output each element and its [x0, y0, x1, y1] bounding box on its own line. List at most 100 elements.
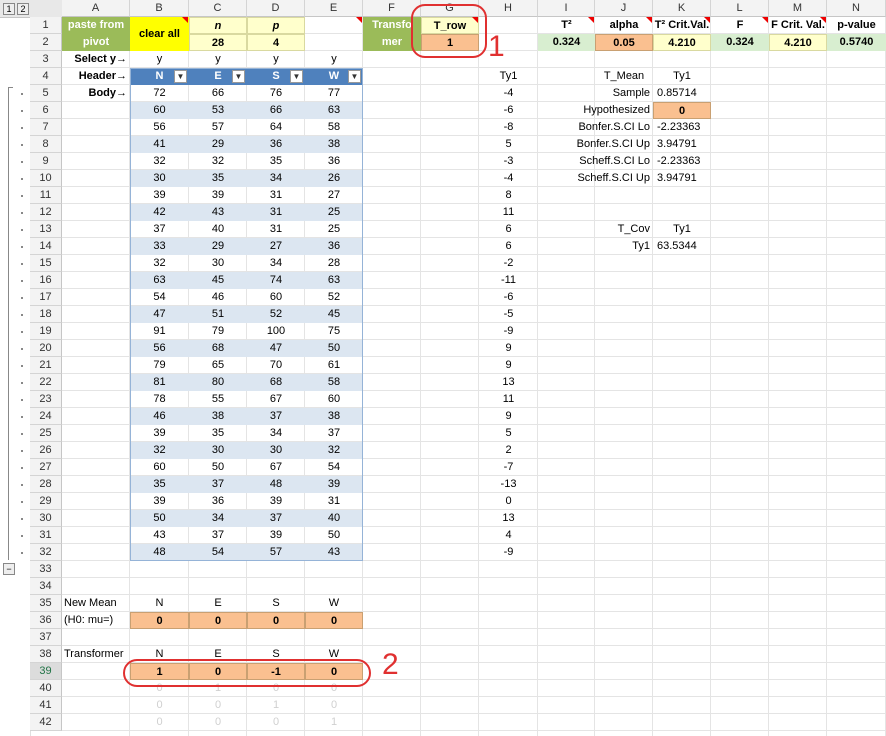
table-cell[interactable]: 37 [189, 476, 247, 493]
table-cell[interactable]: 34 [247, 425, 305, 442]
row-header-23[interactable]: 23 [30, 391, 62, 408]
ty1-value[interactable]: -13 [479, 476, 538, 493]
row-header-4[interactable]: 4 [30, 68, 62, 85]
stats-value-l[interactable]: 0.324 [711, 34, 769, 51]
filter-dropdown-icon[interactable]: ▼ [348, 70, 361, 83]
column-header-l[interactable]: L [711, 0, 769, 17]
stats-value-i[interactable]: 0.324 [538, 34, 595, 51]
table-cell[interactable]: 36 [247, 136, 305, 153]
table-cell[interactable]: 37 [247, 408, 305, 425]
row-header-2[interactable]: 2 [30, 34, 62, 51]
stats-header-n[interactable]: p-value [827, 17, 886, 34]
row-header-18[interactable]: 18 [30, 306, 62, 323]
ty1-value[interactable]: 9 [479, 340, 538, 357]
table-cell[interactable]: 42 [130, 204, 189, 221]
ty1-value[interactable]: 9 [479, 357, 538, 374]
row-header-16[interactable]: 16 [30, 272, 62, 289]
table-cell[interactable]: 35 [247, 153, 305, 170]
t-mean-value[interactable]: 0 [653, 102, 711, 119]
table-cell[interactable]: 50 [189, 459, 247, 476]
table-cell[interactable]: 40 [305, 510, 363, 527]
table-cell[interactable]: 55 [189, 391, 247, 408]
table-cell[interactable]: 39 [247, 527, 305, 544]
stats-header-i[interactable]: T² [538, 17, 595, 34]
stats-header-m[interactable]: F Crit. Val. [769, 17, 827, 34]
ty1-value[interactable]: -5 [479, 306, 538, 323]
ty1-value[interactable]: 5 [479, 425, 538, 442]
table-cell[interactable]: 64 [247, 119, 305, 136]
spreadsheet-grid[interactable]: 1 2− A B C D E F G H I J K L M N 1 2 3 4 5 6 7 8 9 10 11 12 13 14 15 16… [0, 0, 886, 736]
table-cell[interactable]: 67 [247, 459, 305, 476]
row-header-14[interactable]: 14 [30, 238, 62, 255]
t-mean-value[interactable]: -2.23363 [653, 153, 711, 170]
table-cell[interactable]: 39 [130, 493, 189, 510]
row-header-27[interactable]: 27 [30, 459, 62, 476]
clear-all-button[interactable]: clear all [130, 17, 189, 51]
table-cell[interactable]: 100 [247, 323, 305, 340]
table-cell[interactable]: 54 [130, 289, 189, 306]
table-cell[interactable]: 79 [189, 323, 247, 340]
filter-dropdown-icon[interactable]: ▼ [232, 70, 245, 83]
row-header-34[interactable]: 34 [30, 578, 62, 595]
n-value[interactable]: 28 [189, 34, 247, 51]
table-cell[interactable]: 27 [305, 187, 363, 204]
table-cell[interactable]: 37 [247, 510, 305, 527]
table-cell[interactable]: 58 [305, 374, 363, 391]
table-cell[interactable]: 30 [247, 442, 305, 459]
table-cell[interactable]: 35 [130, 476, 189, 493]
table-cell[interactable]: 68 [247, 374, 305, 391]
new-mean-input[interactable]: 0 [305, 612, 363, 629]
table-cell[interactable]: 39 [247, 493, 305, 510]
ty1-value[interactable]: 2 [479, 442, 538, 459]
table-cell[interactable]: 77 [305, 85, 363, 102]
table-cell[interactable]: 58 [305, 119, 363, 136]
table-cell[interactable]: 31 [247, 204, 305, 221]
table-cell[interactable]: 30 [130, 170, 189, 187]
stats-value-m[interactable]: 4.210 [769, 34, 827, 51]
column-header-h[interactable]: H [479, 0, 538, 17]
transformer-cell[interactable]: 1 [305, 714, 363, 731]
table-cell[interactable]: 26 [305, 170, 363, 187]
table-cell[interactable]: 38 [305, 136, 363, 153]
table-cell[interactable]: 52 [247, 306, 305, 323]
table-cell[interactable]: 47 [130, 306, 189, 323]
table-cell[interactable]: 50 [305, 527, 363, 544]
table-cell[interactable]: 91 [130, 323, 189, 340]
row-header-42[interactable]: 42 [30, 714, 62, 731]
table-cell[interactable]: 74 [247, 272, 305, 289]
table-cell[interactable]: 29 [189, 136, 247, 153]
stats-value-j[interactable]: 0.05 [595, 34, 653, 51]
new-mean-input[interactable]: 0 [189, 612, 247, 629]
row-header-3[interactable]: 3 [30, 51, 62, 68]
row-header-25[interactable]: 25 [30, 425, 62, 442]
table-cell[interactable]: 30 [189, 442, 247, 459]
filter-dropdown-icon[interactable]: ▼ [290, 70, 303, 83]
table-cell[interactable]: 63 [130, 272, 189, 289]
table-cell[interactable]: 25 [305, 204, 363, 221]
table-cell[interactable]: 32 [130, 442, 189, 459]
table-cell[interactable]: 45 [305, 306, 363, 323]
ty1-value[interactable]: -6 [479, 289, 538, 306]
table-cell[interactable]: 32 [305, 442, 363, 459]
transformer-cell[interactable]: 0 [130, 697, 189, 714]
table-cell[interactable]: 80 [189, 374, 247, 391]
table-cell[interactable]: 36 [305, 238, 363, 255]
row-header-7[interactable]: 7 [30, 119, 62, 136]
table-cell[interactable]: 60 [130, 459, 189, 476]
t-mean-value[interactable]: 0.85714 [653, 85, 711, 102]
table-cell[interactable]: 32 [189, 153, 247, 170]
t-cov-value[interactable]: 63.5344 [653, 238, 711, 255]
table-cell[interactable]: 35 [189, 170, 247, 187]
n-label[interactable]: n [189, 17, 247, 34]
new-mean-input[interactable]: 0 [247, 612, 305, 629]
row-header-5[interactable]: 5 [30, 85, 62, 102]
row-header-26[interactable]: 26 [30, 442, 62, 459]
table-cell[interactable]: 68 [189, 340, 247, 357]
column-header-e[interactable]: E [305, 0, 363, 17]
table-cell[interactable]: 28 [305, 255, 363, 272]
row-header-13[interactable]: 13 [30, 221, 62, 238]
row-header-10[interactable]: 10 [30, 170, 62, 187]
table-cell[interactable]: 39 [305, 476, 363, 493]
row-header-35[interactable]: 35 [30, 595, 62, 612]
row-header-12[interactable]: 12 [30, 204, 62, 221]
